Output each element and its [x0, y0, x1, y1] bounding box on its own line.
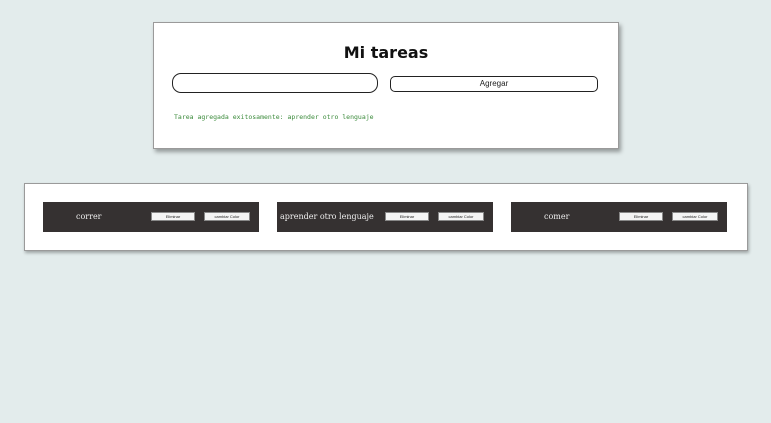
task-form-card: Mi tareas Agregar Tarea agregada exitosa…	[153, 22, 619, 149]
task-item: aprender otro lenguaje Eliminar cambiar …	[277, 202, 493, 232]
task-name: comer	[544, 212, 570, 221]
delete-button[interactable]: Eliminar	[385, 212, 429, 221]
delete-button[interactable]: Eliminar	[619, 212, 663, 221]
change-color-button[interactable]: cambiar Color	[672, 212, 718, 221]
task-input[interactable]	[172, 73, 378, 93]
add-button[interactable]: Agregar	[390, 76, 598, 92]
change-color-button[interactable]: cambiar Color	[438, 212, 484, 221]
delete-button[interactable]: Eliminar	[151, 212, 195, 221]
page-title: Mi tareas	[343, 43, 429, 62]
task-name: aprender otro lenguaje	[280, 212, 374, 221]
task-item: comer Eliminar cambiar Color	[511, 202, 727, 232]
task-list: correr Eliminar cambiar Color aprender o…	[24, 183, 748, 251]
task-name: correr	[76, 212, 102, 221]
task-item: correr Eliminar cambiar Color	[43, 202, 259, 232]
status-message: Tarea agregada exitosamente: aprender ot…	[174, 113, 374, 121]
change-color-button[interactable]: cambiar Color	[204, 212, 250, 221]
